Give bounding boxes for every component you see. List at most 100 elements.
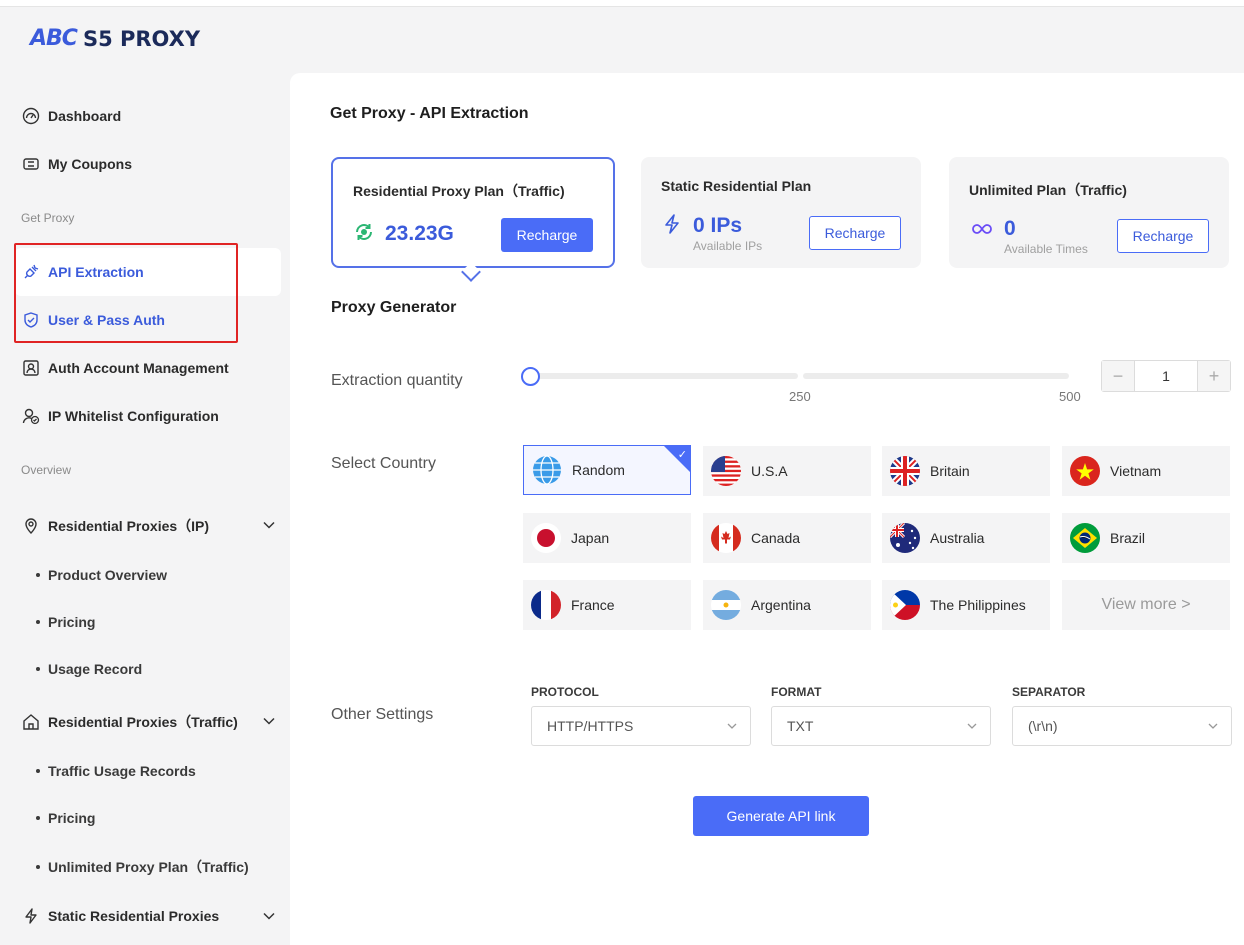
quantity-input[interactable]: 1 <box>1134 361 1198 391</box>
sidebar-subitem-product-overview[interactable]: Product Overview <box>36 567 167 583</box>
slider-tick: 500 <box>1059 389 1081 404</box>
globe-icon <box>533 455 561 485</box>
chevron-down-icon[interactable] <box>262 909 276 923</box>
sidebar-label: Residential Proxies（IP) <box>48 518 210 534</box>
usa-flag-icon <box>711 456 741 486</box>
top-bar <box>0 0 1244 7</box>
increment-button[interactable]: + <box>1198 361 1230 391</box>
section-get-proxy: Get Proxy <box>21 211 75 225</box>
country-option-france[interactable]: France <box>523 580 691 630</box>
protocol-select[interactable]: HTTP/HTTPS <box>531 706 751 746</box>
recharge-button[interactable]: Recharge <box>1117 219 1209 253</box>
slider-track[interactable] <box>530 373 798 379</box>
plan-card-residential[interactable]: Residential Proxy Plan（Traffic) 23.23G R… <box>331 157 615 268</box>
country-option-brazil[interactable]: Brazil <box>1062 513 1230 563</box>
sidebar-label: IP Whitelist Configuration <box>48 408 219 424</box>
country-option-argentina[interactable]: Argentina <box>703 580 871 630</box>
sidebar-item-static-residential[interactable]: Static Residential Proxies <box>22 907 219 925</box>
refresh-icon <box>356 224 372 240</box>
bullet <box>36 667 40 671</box>
recharge-button[interactable]: Recharge <box>501 218 593 252</box>
country-name: France <box>571 597 615 613</box>
generate-api-link-button[interactable]: Generate API link <box>693 796 869 836</box>
quantity-stepper: − 1 + <box>1101 360 1231 392</box>
format-label: FORMAT <box>771 685 822 699</box>
user-card-icon <box>23 360 39 376</box>
sidebar-subitem-pricing[interactable]: Pricing <box>36 614 95 630</box>
sidebar-subitem-unlimited-plan[interactable]: Unlimited Proxy Plan（Traffic) <box>36 857 249 877</box>
plan-title: Residential Proxy Plan（Traffic) <box>353 183 565 199</box>
country-option-japan[interactable]: Japan <box>523 513 691 563</box>
sidebar-subitem-usage-record[interactable]: Usage Record <box>36 661 142 677</box>
sidebar-sub-label: Pricing <box>48 810 96 826</box>
canada-flag-icon <box>711 523 741 553</box>
sidebar-label: Static Residential Proxies <box>48 908 220 924</box>
sidebar-label: Dashboard <box>48 108 122 124</box>
plan-title: Static Residential Plan <box>661 178 812 194</box>
japan-flag-icon <box>531 523 561 553</box>
brand-logo[interactable]: ABC S5 PROXY <box>30 26 200 51</box>
recharge-button[interactable]: Recharge <box>809 216 901 250</box>
sidebar-subitem-pricing[interactable]: Pricing <box>36 810 95 826</box>
country-name: Canada <box>751 530 801 546</box>
sidebar-item-residential-ip[interactable]: Residential Proxies（IP) <box>22 516 209 536</box>
select-country-label: Select Country <box>331 455 436 472</box>
country-name: Random <box>572 462 625 478</box>
lightning-icon <box>665 214 679 234</box>
sidebar-item-ip-whitelist[interactable]: IP Whitelist Configuration <box>22 407 219 425</box>
sidebar-item-dashboard[interactable]: Dashboard <box>22 107 121 125</box>
country-name: Brazil <box>1110 530 1146 546</box>
sidebar-item-api-extraction[interactable]: API Extraction <box>22 263 144 281</box>
sidebar-item-user-pass-auth[interactable]: User & Pass Auth <box>22 311 165 329</box>
chevron-down-icon[interactable] <box>262 518 276 532</box>
bullet <box>36 865 40 869</box>
plan-sub: Available IPs <box>693 239 763 253</box>
extraction-quantity-label: Extraction quantity <box>331 372 463 389</box>
user-check-icon <box>22 408 40 425</box>
australia-flag-icon <box>890 523 920 553</box>
home-icon <box>23 714 39 730</box>
sidebar-sub-label: Product Overview <box>48 567 168 583</box>
uk-flag-icon <box>890 456 920 486</box>
proxy-generator-title: Proxy Generator <box>331 299 457 316</box>
separator-label: SEPARATOR <box>1012 685 1086 699</box>
gauge-icon <box>22 107 40 125</box>
country-name: Australia <box>930 530 985 546</box>
sidebar-label: Auth Account Management <box>48 360 229 376</box>
format-select[interactable]: TXT <box>771 706 991 746</box>
decrement-button[interactable]: − <box>1102 361 1134 391</box>
plug-icon <box>24 264 39 279</box>
country-option-random[interactable]: Random ✓ <box>523 445 691 495</box>
plan-card-static[interactable]: Static Residential Plan 0 IPs Available … <box>641 157 921 268</box>
sidebar-subitem-traffic-usage[interactable]: Traffic Usage Records <box>36 763 196 779</box>
slider-track[interactable] <box>803 373 1069 379</box>
country-option-britain[interactable]: Britain <box>882 446 1050 496</box>
separator-select[interactable]: (\r\n) <box>1012 706 1232 746</box>
view-more-countries[interactable]: View more > <box>1062 580 1230 630</box>
country-option-canada[interactable]: Canada <box>703 513 871 563</box>
sidebar-item-residential-traffic[interactable]: Residential Proxies（Traffic) <box>22 712 238 732</box>
slider-thumb[interactable] <box>521 367 540 386</box>
chevron-down-icon[interactable] <box>262 714 276 728</box>
bullet <box>36 769 40 773</box>
section-overview: Overview <box>21 463 72 477</box>
logo-mark: ABC <box>30 26 78 51</box>
country-name: Vietnam <box>1110 463 1162 479</box>
chevron-down-icon <box>967 723 977 729</box>
sidebar-item-auth-account[interactable]: Auth Account Management <box>22 359 229 377</box>
plan-sub: Available Times <box>1004 242 1088 256</box>
logo-name: S5 PROXY <box>82 26 201 51</box>
country-option-usa[interactable]: U.S.A <box>703 446 871 496</box>
other-settings-label: Other Settings <box>331 706 434 723</box>
sidebar-sub-label: Pricing <box>48 614 96 630</box>
bullet <box>36 620 40 624</box>
plan-card-unlimited[interactable]: Unlimited Plan（Traffic) 0 Available Time… <box>949 157 1229 268</box>
sidebar-sub-label: Traffic Usage Records <box>48 763 196 779</box>
protocol-label: PROTOCOL <box>531 685 599 699</box>
argentina-flag-icon <box>711 590 741 620</box>
sidebar-item-coupons[interactable]: My Coupons <box>22 155 132 173</box>
country-option-philippines[interactable]: The Philippines <box>882 580 1050 630</box>
country-option-vietnam[interactable]: Vietnam <box>1062 446 1230 496</box>
main-panel: Get Proxy - API Extraction Residential P… <box>290 73 1244 945</box>
country-option-australia[interactable]: Australia <box>882 513 1050 563</box>
